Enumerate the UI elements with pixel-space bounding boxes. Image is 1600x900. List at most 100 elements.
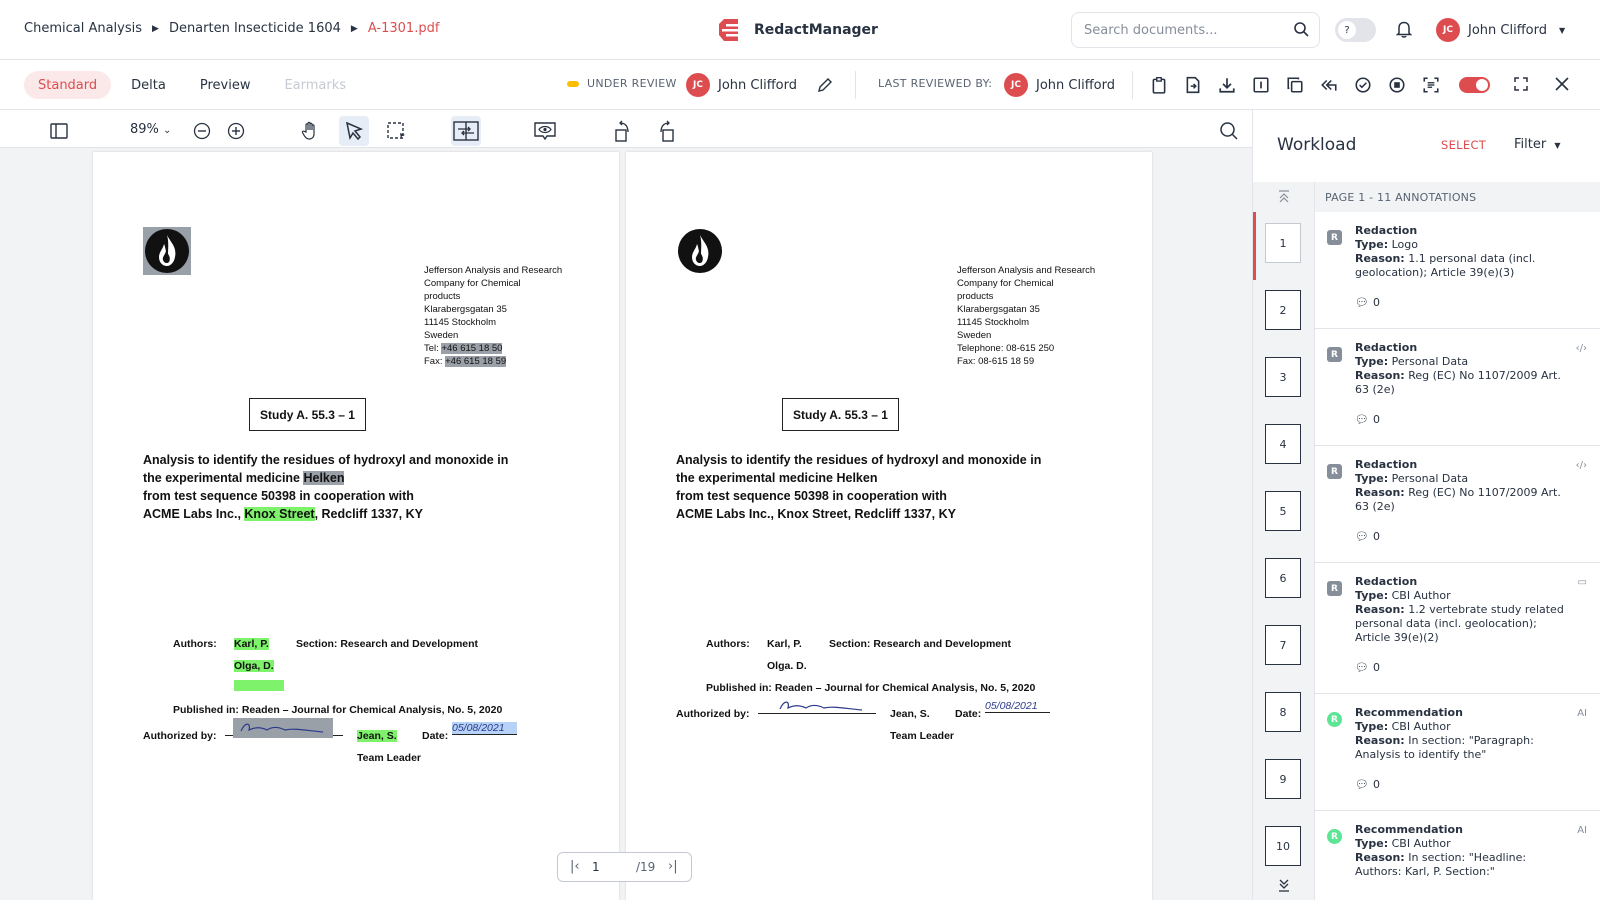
fax-line: Fax: +46 615 18 59 [424,355,562,368]
toggle-annotations-button[interactable] [530,116,560,146]
ocr-scan-icon[interactable] [1422,76,1440,94]
filter-dropdown[interactable]: Filter ▼ [1514,137,1561,152]
signature-redaction[interactable] [233,718,333,738]
view-mode-tabs: Standard Delta Preview Earmarks [24,71,360,99]
workload-panel: Workload SELECT Filter ▼ 1 2 3 4 5 6 7 8… [1252,110,1600,900]
annotation-card[interactable]: R AI Recommendation Type: CBI Author Rea… [1315,694,1600,811]
redaction-preview-toggle[interactable] [1459,77,1490,93]
comment-count[interactable]: 💬︎ 0 [1355,530,1380,543]
type-label: Type: [1355,837,1389,850]
select-button[interactable]: SELECT [1441,138,1486,152]
sidebar-toggle-button[interactable] [44,116,74,146]
page-thumbnail[interactable]: 4 [1265,424,1301,464]
zoom-out-button[interactable] [187,116,217,146]
comment-count[interactable]: 💬︎ 0 [1355,778,1380,791]
scroll-to-top-icon[interactable] [1277,190,1291,204]
divider [1132,71,1133,99]
approve-icon[interactable] [1354,76,1372,94]
signer-text: Jean, S. [890,708,930,720]
rotate-right-button[interactable] [651,116,681,146]
zoom-select[interactable]: 89% ⌄ [130,122,171,137]
fullscreen-icon[interactable] [1513,76,1529,92]
search-icon[interactable] [1293,21,1309,37]
tab-standard[interactable]: Standard [24,71,112,99]
copy-document-icon[interactable] [1286,76,1304,94]
comment-count[interactable]: 💬︎ 0 [1355,413,1380,426]
phone-redaction[interactable]: +46 615 18 50 [441,343,503,354]
page-thumbnail[interactable]: 10 [1265,826,1301,866]
comment-count[interactable]: 💬︎ 0 [1355,296,1380,309]
author-highlight[interactable]: Olga, D. [234,660,274,672]
medicine-redaction[interactable]: Helken [303,471,345,485]
first-page-icon[interactable]: |‹ [570,859,580,874]
file-export-icon[interactable] [1184,76,1202,94]
compare-view-button[interactable] [451,116,481,146]
area-select-button[interactable] [381,116,411,146]
signer-highlight[interactable]: Jean, S. [357,730,397,742]
user-menu[interactable]: JC John Clifford ▼ [1436,18,1565,42]
address-line: Sweden [957,330,992,341]
annotation-body: Redaction Type: CBI Author Reason: 1.2 v… [1355,575,1570,645]
tab-delta[interactable]: Delta [117,71,180,99]
zoom-in-button[interactable] [221,116,251,146]
comment-count-value: 0 [1372,530,1380,543]
download-icon[interactable] [1218,76,1236,94]
authors-label: Authors: [706,638,750,650]
annotation-card[interactable]: R ‹/› Redaction Type: Personal Data Reas… [1315,329,1600,446]
scroll-to-bottom-icon[interactable] [1277,878,1291,892]
folder-icon: ▭ [1577,577,1587,588]
page-thumbnail[interactable]: 1 [1265,223,1301,263]
help-mode-toggle[interactable]: ? [1335,18,1376,42]
tab-preview[interactable]: Preview [186,71,265,99]
comment-icon: 💬︎ [1355,530,1369,543]
annotation-type: Type: Personal Data [1355,472,1570,486]
page-thumbnail[interactable]: 7 [1265,625,1301,665]
assignee[interactable]: JC John Clifford [686,73,833,97]
type-value: Logo [1391,238,1418,251]
fax-redaction[interactable]: +46 615 18 59 [445,356,507,367]
company-logo-redacted[interactable] [143,227,191,275]
page-number-input[interactable]: 1 [592,860,600,874]
compare-icon [453,121,479,141]
reason-label: Reason: [1355,369,1405,382]
document-search-button[interactable] [1214,116,1244,146]
area-select-icon [387,122,405,139]
author-highlight[interactable]: Karl, P. [234,638,269,650]
pan-tool-button[interactable] [295,116,325,146]
page-thumbnail[interactable]: 3 [1265,357,1301,397]
page-thumbnail[interactable]: 5 [1265,491,1301,531]
rotate-left-button[interactable] [608,116,638,146]
annotation-card[interactable]: R AI Recommendation Type: CBI Author Rea… [1315,811,1600,900]
search-input[interactable]: Search documents... [1071,12,1320,48]
annotation-card[interactable]: R Redaction Type: Logo Reason: 1.1 perso… [1315,212,1600,329]
annotation-card[interactable]: R ‹/› Redaction Type: Personal Data Reas… [1315,446,1600,563]
type-label: Type: [1355,589,1389,602]
stop-icon[interactable] [1388,76,1406,94]
document-viewer[interactable]: Jefferson Analysis and Research Company … [0,148,1252,900]
select-tool-button[interactable] [339,116,369,146]
breadcrumb-item-project[interactable]: Chemical Analysis [24,21,142,36]
last-page-icon[interactable]: ›| [668,859,678,874]
authors-label: Authors: [173,638,217,650]
empty-highlight[interactable] [234,680,284,691]
info-panel-icon[interactable] [1252,76,1270,94]
street-recommendation[interactable]: Knox Street [244,507,315,521]
breadcrumb-item-dossier[interactable]: Denarten Insecticide 1604 [169,21,341,36]
comment-count[interactable]: 💬︎ 0 [1355,661,1380,674]
clipboard-icon[interactable] [1150,76,1168,94]
document-header-bar: Standard Delta Preview Earmarks UNDER RE… [0,60,1600,110]
page-thumbnail[interactable]: 2 [1265,290,1301,330]
search-placeholder: Search documents... [1084,22,1218,38]
address-line: Jefferson Analysis and Research [957,265,1096,276]
page-thumbnail[interactable]: 6 [1265,558,1301,598]
comment-count-value: 0 [1372,661,1380,674]
address-line: products [424,291,461,302]
annotation-card[interactable]: R ▭ Redaction Type: CBI Author Reason: 1… [1315,563,1600,694]
page-thumbnail[interactable]: 9 [1265,759,1301,799]
close-icon[interactable] [1555,77,1569,91]
page-thumbnail[interactable]: 8 [1265,692,1301,732]
reply-all-icon[interactable] [1320,76,1338,94]
pencil-icon[interactable] [817,77,833,93]
handwritten-date[interactable]: 05/08/2021 [452,722,517,735]
bell-icon[interactable] [1396,20,1412,38]
